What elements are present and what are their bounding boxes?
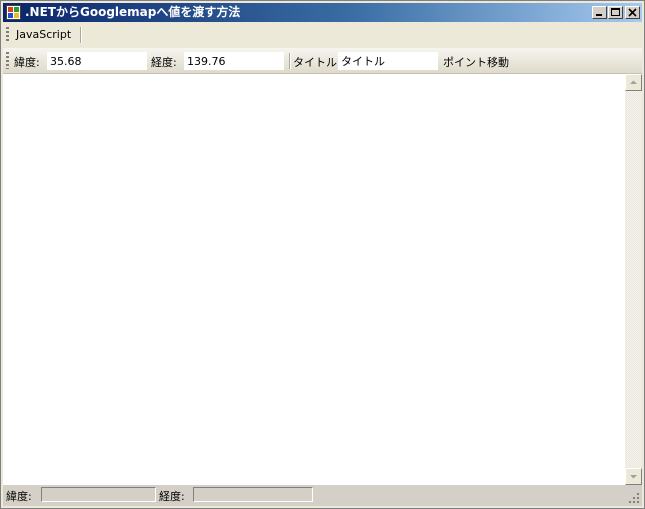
minimize-button[interactable] [592,6,607,19]
minimize-icon [596,14,602,16]
menu-bar: JavaScript [3,24,642,46]
scroll-up-icon [630,80,637,84]
close-button[interactable] [625,6,640,19]
status-longitude-label: 経度: [159,490,185,503]
maximize-icon [611,8,620,16]
menu-separator [80,27,82,43]
status-latitude-value [41,487,156,502]
title-bar[interactable]: .NETからGooglemapへ値を渡す方法 [3,3,642,22]
title-input[interactable] [338,52,438,70]
title-label: タイトル: [293,56,341,69]
toolbar-grip[interactable] [6,52,9,69]
app-window: .NETからGooglemapへ値を渡す方法 JavaScript 緯度: 経度… [0,0,645,509]
scroll-down-icon [630,475,637,479]
move-point-button[interactable]: ポイント移動 [443,54,509,70]
longitude-label: 経度: [151,56,177,69]
tool-bar: 緯度: 経度: タイトル: ポイント移動 [3,48,642,74]
map-browser[interactable] [3,74,625,485]
scroll-up-button[interactable] [625,74,642,91]
menu-grip[interactable] [6,27,9,43]
close-icon [628,8,637,17]
status-latitude-label: 緯度: [6,490,32,503]
window-title: .NETからGooglemapへ値を渡す方法 [25,5,241,19]
latitude-label: 緯度: [14,56,40,69]
menu-item-javascript[interactable]: JavaScript [16,28,71,41]
longitude-input[interactable] [184,52,284,70]
size-grip-icon[interactable] [628,492,640,504]
app-icon[interactable] [6,5,21,20]
toolbar-separator [289,53,291,69]
status-longitude-value [193,487,313,502]
status-bar: 緯度: 経度: [3,485,642,506]
latitude-input[interactable] [47,52,147,70]
vertical-scrollbar[interactable] [625,74,642,485]
maximize-button[interactable] [608,6,623,19]
scroll-down-button[interactable] [625,468,642,485]
